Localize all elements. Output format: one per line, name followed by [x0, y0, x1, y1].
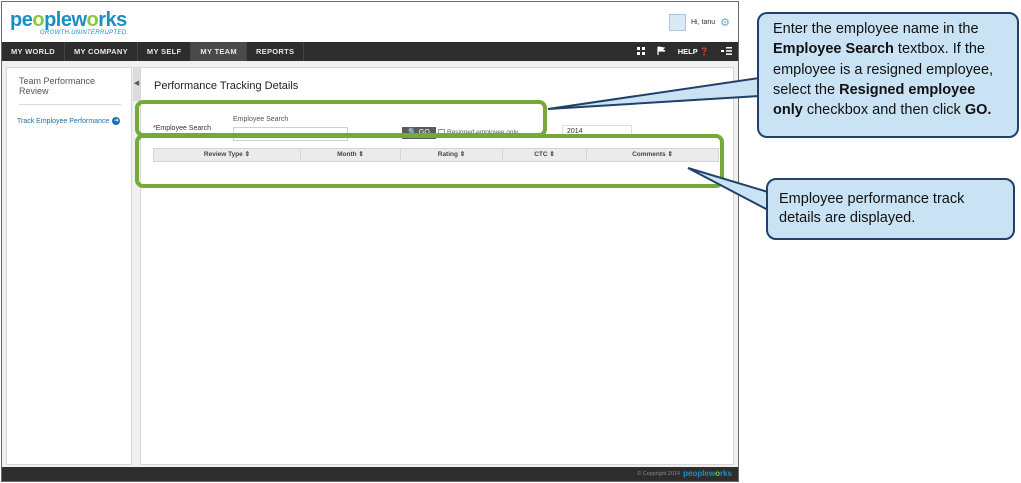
- main-nav: MY WORLD MY COMPANY MY SELF MY TEAM REPO…: [2, 42, 738, 61]
- nav-my-world[interactable]: MY WORLD: [2, 42, 65, 61]
- nav-right-tools: HELP ❓: [636, 42, 732, 61]
- callout-details-displayed: Employee performance track details are d…: [766, 178, 1015, 240]
- chevron-left-icon: ◀: [133, 80, 140, 87]
- user-greeting: Hi, tanu: [691, 19, 716, 26]
- sidebar: Team Performance Review Track Employee P…: [6, 67, 132, 465]
- sidebar-item-label: Track Employee Performance: [17, 117, 110, 125]
- page-title: Performance Tracking Details: [154, 80, 299, 92]
- menu-icon[interactable]: [721, 46, 732, 57]
- nav-reports[interactable]: REPORTS: [247, 42, 305, 61]
- gear-icon[interactable]: ⚙: [720, 16, 730, 29]
- arrow-right-icon: ➜: [112, 117, 121, 125]
- nav-my-team[interactable]: MY TEAM: [191, 42, 247, 61]
- collapse-sidebar-toggle[interactable]: ◀: [133, 67, 140, 101]
- search-highlight-box: [135, 100, 547, 137]
- copyright-text: © Copyright 2014: [637, 471, 680, 477]
- sidebar-item-track-employee-performance[interactable]: Track Employee Performance ➜: [17, 117, 131, 125]
- avatar[interactable]: [669, 14, 686, 31]
- nav-my-self[interactable]: MY SELF: [138, 42, 192, 61]
- grid-icon[interactable]: [636, 46, 645, 57]
- flag-icon[interactable]: [657, 46, 666, 57]
- app-footer: © Copyright 2014 peopleworks: [2, 467, 738, 481]
- logo-wordmark: peopleworks: [10, 9, 127, 31]
- callout-enter-employee-name: Enter the employee name in the Employee …: [757, 12, 1019, 138]
- help-icon: ❓: [699, 47, 709, 56]
- nav-my-company[interactable]: MY COMPANY: [65, 42, 138, 61]
- table-highlight-box: [135, 134, 724, 188]
- footer-logo: peopleworks: [683, 469, 732, 478]
- help-button[interactable]: HELP ❓: [678, 47, 709, 56]
- app-header: peopleworks GROWTH.UNINTERRUPTED. Hi, ta…: [2, 2, 738, 42]
- logo-tagline: GROWTH.UNINTERRUPTED.: [40, 30, 129, 36]
- user-area: Hi, tanu ⚙: [669, 14, 730, 31]
- peopleworks-logo[interactable]: peopleworks GROWTH.UNINTERRUPTED.: [10, 10, 128, 36]
- sidebar-title: Team Performance Review: [19, 76, 121, 105]
- app-window: peopleworks GROWTH.UNINTERRUPTED. Hi, ta…: [1, 1, 739, 482]
